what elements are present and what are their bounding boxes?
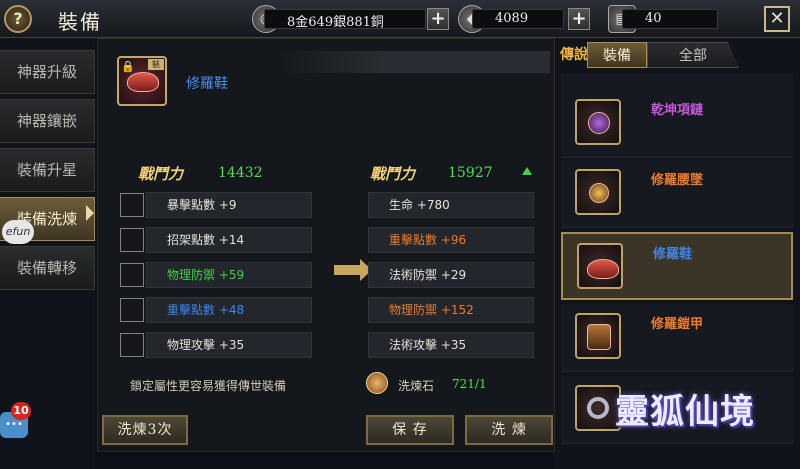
lock-checkbox[interactable] <box>120 333 144 357</box>
attr-text: 暴擊點數 +9 <box>167 198 237 212</box>
money-display: 8金649銀881銅 <box>264 9 426 30</box>
save-button[interactable]: 保 存 <box>366 415 454 445</box>
list-item[interactable]: 修羅腰墜 <box>561 160 793 228</box>
tag-icon: 裝 <box>148 59 164 70</box>
power-up-icon <box>522 167 532 175</box>
efun-floating-button[interactable]: efun <box>2 220 34 244</box>
list-item[interactable]: 修羅鎧甲 <box>561 304 793 372</box>
attr-text: 法術攻擊 +35 <box>389 338 467 352</box>
pendant-icon <box>575 169 621 215</box>
add-money-button[interactable]: + <box>427 8 449 30</box>
item-name: 乾坤項鏈 <box>651 103 704 118</box>
money-value: 8金649銀881銅 <box>287 15 384 30</box>
gem-icon <box>588 112 610 134</box>
diamond-display: 4089 <box>472 9 564 29</box>
item-name: 修羅鞋 <box>653 247 693 262</box>
refine-panel: 🔒 裝 修羅鞋 戰鬥力 14432 暴擊點數 +9 招架點數 +14 物理防禦 … <box>97 38 555 452</box>
attr-row-after: 生命 +780 <box>368 192 534 218</box>
item-name: 修羅鞋 <box>186 76 228 92</box>
game-logo: 靈狐仙境 <box>615 392 755 432</box>
token-display: 40 <box>622 9 718 29</box>
list-item[interactable]: 乾坤項鏈 <box>561 90 793 158</box>
tab-equipment[interactable]: 裝備 <box>587 42 647 68</box>
lock-icon: 🔒 <box>121 60 135 73</box>
attr-row-before: 暴擊點數 +9 <box>146 192 312 218</box>
nav-active-arrow-icon <box>86 205 94 221</box>
selected-item-slot[interactable]: 🔒 裝 <box>117 56 167 106</box>
power-value-before: 14432 <box>218 165 263 181</box>
attr-row-after: 物理防禦 +152 <box>368 297 534 323</box>
refine-button[interactable]: 洗 煉 <box>465 415 553 445</box>
armor-shape <box>587 324 611 350</box>
arrow-right-icon <box>334 259 372 281</box>
refine-stone-count: 721/1 <box>452 377 487 391</box>
item-header-band <box>278 51 550 73</box>
refine-stone-icon <box>366 372 388 394</box>
lock-checkbox[interactable] <box>120 263 144 287</box>
item-name: 修羅鎧甲 <box>651 317 704 332</box>
nav-item-artifact-inlay[interactable]: 神器鑲嵌 <box>0 99 95 143</box>
diamond-value: 4089 <box>495 11 529 26</box>
nav-item-equip-star[interactable]: 裝備升星 <box>0 148 95 192</box>
attr-text: 法術防禦 +29 <box>389 268 467 282</box>
shoe-shape <box>587 259 619 279</box>
shoe-icon <box>577 243 623 289</box>
armor-icon <box>575 313 621 359</box>
power-label-after: 戰鬥力 <box>370 165 416 183</box>
attr-row-after: 法術攻擊 +35 <box>368 332 534 358</box>
lock-hint: 鎖定屬性更容易獲得傳世裝備 <box>130 379 287 393</box>
item-name: 修羅腰墜 <box>651 173 704 188</box>
attr-row-after: 重擊點數 +96 <box>368 227 534 253</box>
lock-checkbox[interactable] <box>120 228 144 252</box>
power-label-before: 戰鬥力 <box>138 165 184 183</box>
token-value: 40 <box>645 11 662 26</box>
refine-3x-button[interactable]: 洗煉3次 <box>102 415 188 445</box>
nav-item-equip-transfer[interactable]: 裝備轉移 <box>0 246 95 290</box>
add-diamond-button[interactable]: + <box>568 8 590 30</box>
refine-stone-label: 洗煉石 <box>398 379 435 393</box>
gem-icon <box>589 183 609 203</box>
help-button[interactable]: ? <box>4 5 32 33</box>
attr-row-before: 物理攻擊 +35 <box>146 332 312 358</box>
ring-shape <box>587 397 609 419</box>
page-title: 裝備 <box>58 10 102 34</box>
necklace-icon <box>575 99 621 145</box>
attr-text: 生命 +780 <box>389 198 450 212</box>
attr-text: 重擊點數 +96 <box>389 233 467 247</box>
power-value-after: 15927 <box>448 165 493 181</box>
shoe-icon <box>127 72 159 92</box>
chat-badge: 10 <box>11 402 31 420</box>
lock-checkbox[interactable] <box>120 193 144 217</box>
nav-item-artifact-upgrade[interactable]: 神器升級 <box>0 50 95 94</box>
list-item-selected[interactable]: 修羅鞋 <box>561 232 793 300</box>
close-button[interactable]: ✕ <box>764 6 790 32</box>
attr-text: 物理防禦 +152 <box>389 303 474 317</box>
attr-row-before: 重擊點數 +48 <box>146 297 312 323</box>
attr-row-after: 法術防禦 +29 <box>368 262 534 288</box>
attr-text: 物理攻擊 +35 <box>167 338 245 352</box>
attr-text: 招架點數 +14 <box>167 233 245 247</box>
lock-checkbox[interactable] <box>120 298 144 322</box>
tab-all[interactable]: 全部 <box>647 42 739 68</box>
attr-row-before: 物理防禦 +59 <box>146 262 312 288</box>
attr-text: 重擊點數 +48 <box>167 303 245 317</box>
top-bar: ? 裝備 ◎ 8金649銀881銅 + ◆ 4089 + ▤ 40 ✕ <box>0 0 800 38</box>
attr-row-before: 招架點數 +14 <box>146 227 312 253</box>
attr-text: 物理防禦 +59 <box>167 268 245 282</box>
